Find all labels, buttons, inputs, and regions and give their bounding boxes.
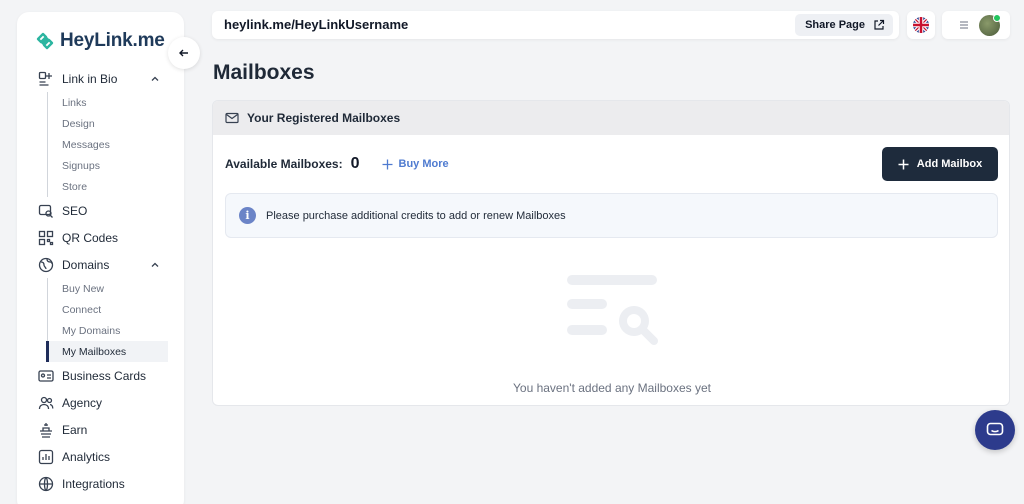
empty-search-list-icon: [567, 275, 658, 345]
link-in-bio-icon: [38, 71, 54, 87]
heylink-logo-icon: [36, 32, 54, 50]
menu-icon: [960, 21, 968, 29]
sidebar-item-label: Domains: [62, 257, 110, 272]
share-page-label: Share Page: [805, 19, 865, 31]
sidebar-subitem-buy-new[interactable]: Buy New: [48, 278, 184, 299]
sidebar-item-label: Integrations: [62, 476, 125, 491]
chat-icon: [986, 422, 1004, 436]
sidebar-item-label: Earn: [62, 422, 88, 437]
agency-icon: [38, 395, 54, 411]
empty-state-text: You haven't added any Mailboxes yet: [513, 381, 711, 395]
sidebar-submenu-domains: Buy New Connect My Domains My Mailboxes: [46, 278, 184, 362]
sidebar: HeyLink.me Link in Bio Links Design Mess…: [17, 12, 184, 504]
avatar: [979, 13, 1001, 36]
available-mailboxes: Available Mailboxes: 0 Buy More: [225, 155, 449, 173]
sidebar-item-business-cards[interactable]: Business Cards: [17, 362, 184, 389]
buy-more-label: Buy More: [398, 158, 449, 170]
available-mailboxes-label: Available Mailboxes:: [225, 157, 343, 171]
collapse-sidebar-button[interactable]: [168, 37, 200, 69]
sidebar-subitem-design[interactable]: Design: [48, 113, 184, 134]
globe-icon: [38, 257, 54, 273]
sidebar-item-label: Business Cards: [62, 368, 147, 383]
buy-more-button[interactable]: Buy More: [382, 158, 449, 170]
plus-icon: [382, 159, 393, 169]
card-header: Your Registered Mailboxes: [213, 101, 1009, 135]
earn-icon: [38, 422, 54, 438]
analytics-icon: [38, 449, 54, 465]
sidebar-nav: Link in Bio Links Design Messages Signup…: [17, 65, 184, 497]
card-title: Your Registered Mailboxes: [247, 111, 401, 125]
sidebar-item-seo[interactable]: SEO: [17, 197, 184, 224]
sidebar-subitem-signups[interactable]: Signups: [48, 155, 184, 176]
sidebar-submenu-link-in-bio: Links Design Messages Signups Store: [47, 92, 184, 197]
sidebar-item-analytics[interactable]: Analytics: [17, 443, 184, 470]
chevron-up-icon[interactable]: [150, 259, 160, 273]
language-button[interactable]: [907, 11, 935, 39]
info-icon: i: [239, 207, 256, 224]
sidebar-item-label: Link in Bio: [62, 71, 118, 86]
sidebar-item-link-in-bio[interactable]: Link in Bio: [17, 65, 184, 92]
profile-url-bar: heylink.me/HeyLinkUsername Share Page: [212, 11, 899, 39]
business-card-icon: [38, 368, 54, 384]
qr-code-icon: [38, 230, 54, 246]
uk-flag-icon: [913, 17, 929, 33]
available-mailboxes-count: 0: [350, 155, 360, 172]
logo[interactable]: HeyLink.me: [35, 30, 165, 52]
seo-icon: [38, 203, 54, 219]
sidebar-subitem-my-domains[interactable]: My Domains: [48, 320, 184, 341]
external-link-icon: [874, 19, 885, 30]
sidebar-item-agency[interactable]: Agency: [17, 389, 184, 416]
arrow-left-icon: [179, 49, 188, 57]
info-text: Please purchase additional credits to ad…: [266, 209, 566, 222]
add-mailbox-label: Add Mailbox: [916, 158, 983, 170]
sidebar-item-label: QR Codes: [62, 230, 119, 245]
sidebar-subitem-my-mailboxes[interactable]: My Mailboxes: [46, 341, 168, 362]
profile-url[interactable]: heylink.me/HeyLinkUsername: [224, 17, 408, 32]
integrations-icon: [38, 476, 54, 492]
share-page-button[interactable]: Share Page: [795, 14, 893, 36]
sidebar-item-label: SEO: [62, 203, 88, 218]
sidebar-subitem-links[interactable]: Links: [48, 92, 184, 113]
sidebar-subitem-messages[interactable]: Messages: [48, 134, 184, 155]
sidebar-item-qr-codes[interactable]: QR Codes: [17, 224, 184, 251]
info-banner: i Please purchase additional credits to …: [225, 193, 998, 238]
sidebar-item-earn[interactable]: Earn: [17, 416, 184, 443]
user-menu-button[interactable]: [942, 11, 1010, 39]
plus-icon: [898, 159, 909, 169]
sidebar-item-integrations[interactable]: Integrations: [17, 470, 184, 497]
add-mailbox-button[interactable]: Add Mailbox: [882, 147, 998, 181]
chat-support-button[interactable]: [975, 410, 1015, 450]
logo-text: HeyLink.me: [60, 30, 165, 51]
sidebar-subitem-store[interactable]: Store: [48, 176, 184, 197]
page-title: Mailboxes: [213, 61, 315, 84]
mail-icon: [225, 112, 239, 124]
sidebar-item-domains[interactable]: Domains: [17, 251, 184, 278]
sidebar-item-label: Analytics: [62, 449, 111, 464]
mailboxes-card: Your Registered Mailboxes Available Mail…: [212, 100, 1010, 406]
sidebar-subitem-connect[interactable]: Connect: [48, 299, 184, 320]
chevron-up-icon[interactable]: [150, 73, 160, 87]
sidebar-item-label: Agency: [62, 395, 103, 410]
